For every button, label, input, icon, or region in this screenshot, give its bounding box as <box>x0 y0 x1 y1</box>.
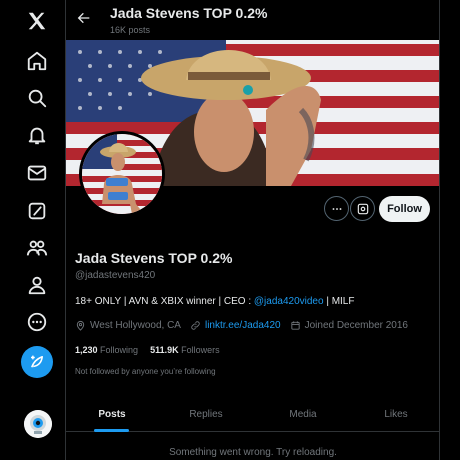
bio-text-end: | MILF <box>323 296 355 307</box>
profile-avatar[interactable] <box>79 131 165 217</box>
location: West Hollywood, CA <box>75 320 181 331</box>
grok-analyze-icon <box>357 203 368 214</box>
messages-icon[interactable] <box>19 158 55 188</box>
error-message: Something went wrong. Try reloading. <box>169 447 337 458</box>
tab-likes[interactable]: Likes <box>352 396 439 432</box>
x-logo-icon[interactable] <box>19 6 55 36</box>
profile-handle: @jadastevens420 <box>75 270 156 281</box>
joined-text: Joined December 2016 <box>304 320 408 331</box>
profile-column: Jada Stevens TOP 0.2% 16K posts Follow J… <box>66 0 440 460</box>
communities-icon[interactable] <box>19 233 55 263</box>
profile-bio: 18+ ONLY | AVN & XBIX winner | CEO : @ja… <box>75 296 354 307</box>
link-icon <box>191 321 200 330</box>
not-followed-note: Not followed by anyone you’re following <box>75 367 216 376</box>
profile-header-bar: Jada Stevens TOP 0.2% 16K posts <box>66 0 439 40</box>
post-count: 16K posts <box>110 25 151 35</box>
profile-tabs: Posts Replies Media Likes <box>66 396 439 432</box>
back-arrow-icon <box>77 12 90 24</box>
tab-posts[interactable]: Posts <box>66 396 158 432</box>
more-options-button[interactable] <box>324 196 349 221</box>
left-nav <box>0 0 66 460</box>
tab-replies[interactable]: Replies <box>158 396 254 432</box>
tab-media[interactable]: Media <box>254 396 352 432</box>
location-text: West Hollywood, CA <box>90 320 181 331</box>
follow-button[interactable]: Follow <box>379 196 430 222</box>
following-label: Following <box>100 345 139 355</box>
home-icon[interactable] <box>19 46 55 76</box>
calendar-icon <box>290 321 300 330</box>
joined-date: Joined December 2016 <box>290 320 408 331</box>
grok-analyze-button[interactable] <box>350 196 375 221</box>
bio-text: 18+ ONLY | AVN & XBIX winner | CEO : <box>75 296 254 307</box>
more-icon[interactable] <box>19 307 55 337</box>
bio-mention-link[interactable]: @jada420video <box>254 296 324 307</box>
explore-icon[interactable] <box>19 83 55 113</box>
followers-count: 511.9K <box>150 345 179 355</box>
profile-meta: West Hollywood, CA linktr.ee/Jada420 Joi… <box>75 320 417 331</box>
profile-name: Jada Stevens TOP 0.2% <box>75 250 233 266</box>
profile-icon[interactable] <box>19 270 55 300</box>
location-pin-icon <box>76 320 85 331</box>
following-count: 1,230 <box>75 345 98 355</box>
grok-icon[interactable] <box>19 196 55 226</box>
header-title: Jada Stevens TOP 0.2% <box>110 5 268 21</box>
active-tab-indicator <box>94 429 129 432</box>
website: linktr.ee/Jada420 <box>190 320 281 331</box>
back-button[interactable] <box>74 8 94 28</box>
followers-label: Followers <box>181 345 220 355</box>
following-link[interactable]: 1,230 Following <box>75 345 138 355</box>
followers-link[interactable]: 511.9K Followers <box>150 345 220 355</box>
website-link[interactable]: linktr.ee/Jada420 <box>205 320 281 331</box>
compose-icon <box>31 355 43 368</box>
notifications-icon[interactable] <box>19 120 55 150</box>
ellipsis-icon <box>332 207 341 210</box>
compose-button[interactable] <box>21 346 53 378</box>
account-avatar[interactable] <box>24 410 52 438</box>
follow-stats: 1,230 Following 511.9K Followers <box>75 345 220 355</box>
